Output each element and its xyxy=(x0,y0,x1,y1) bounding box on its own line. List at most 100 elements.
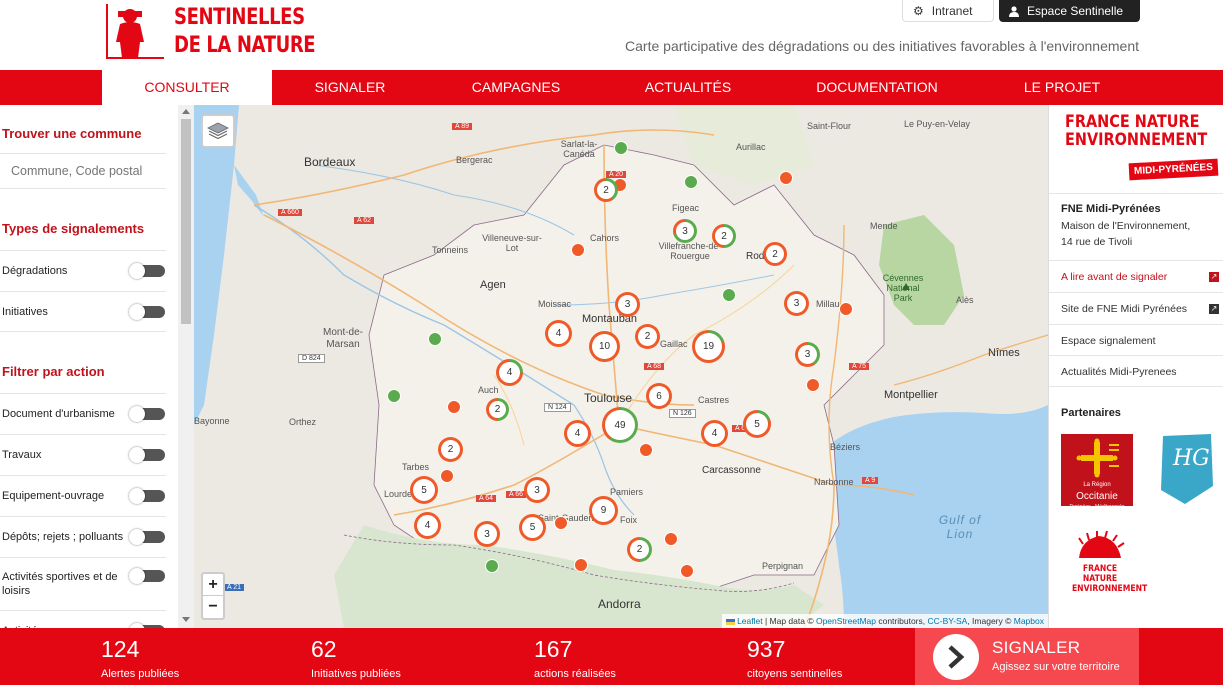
scroll-down-icon[interactable] xyxy=(182,617,190,622)
urbanisme-toggle[interactable] xyxy=(129,406,165,422)
mapbox-link[interactable]: Mapbox xyxy=(1014,616,1044,626)
travaux-toggle[interactable] xyxy=(129,447,165,463)
cc-link[interactable]: CC-BY-SA xyxy=(927,616,967,626)
cluster-marker[interactable]: 9 xyxy=(589,496,618,525)
initiative-marker[interactable] xyxy=(722,288,736,302)
cluster-marker[interactable]: 3 xyxy=(524,477,550,503)
link-actualites[interactable]: Actualités Midi-Pyrenees xyxy=(1049,355,1223,387)
espace-sentinelle-button[interactable]: Espace Sentinelle xyxy=(999,0,1140,22)
nav-campagnes[interactable]: CAMPAGNES xyxy=(448,70,584,105)
occitanie-line-1: La Région xyxy=(1083,482,1111,488)
layers-button[interactable] xyxy=(201,114,235,148)
alert-marker[interactable] xyxy=(664,532,678,546)
cluster-marker[interactable]: 4 xyxy=(545,320,572,347)
alert-marker[interactable] xyxy=(639,443,653,457)
cluster-marker[interactable]: 6 xyxy=(646,383,672,409)
cluster-marker[interactable]: 2 xyxy=(438,437,463,462)
alert-marker[interactable] xyxy=(571,243,585,257)
equipement-toggle[interactable] xyxy=(129,488,165,504)
alert-marker[interactable] xyxy=(806,378,820,392)
cluster-marker[interactable]: 49 xyxy=(602,407,638,443)
map-view[interactable]: A 89 A 20 A 62 A 660 A 75 N 124 A 64 A 6… xyxy=(194,105,1048,628)
site-logo[interactable]: SENTINELLES DE LA NATURE xyxy=(104,2,316,62)
alert-marker[interactable] xyxy=(680,564,694,578)
nav-documentation[interactable]: DOCUMENTATION xyxy=(800,70,954,105)
sidebar-scrollbar[interactable] xyxy=(178,105,194,628)
cluster-marker[interactable]: 4 xyxy=(414,512,441,539)
cluster-marker[interactable]: 2 xyxy=(712,224,736,248)
cluster-marker[interactable]: 5 xyxy=(743,410,771,438)
cluster-marker[interactable]: 3 xyxy=(673,219,697,243)
cluster-marker[interactable]: 2 xyxy=(486,398,509,421)
place-label: Millau xyxy=(816,299,840,309)
cluster-marker[interactable]: 4 xyxy=(496,359,523,386)
stat-value: 937 xyxy=(747,636,786,662)
map-attribution: Leaflet | Map data © OpenStreetMap contr… xyxy=(721,614,1048,628)
cluster-marker[interactable]: 4 xyxy=(564,420,591,447)
action-label: Activités sportives et de loisirs xyxy=(2,571,118,597)
cluster-marker[interactable]: 4 xyxy=(701,420,728,447)
occitanie-logo[interactable]: La Région Occitanie Pyrénées · Méditerra… xyxy=(1061,434,1133,510)
cluster-marker[interactable]: 19 xyxy=(692,330,725,363)
initiative-marker[interactable] xyxy=(684,175,698,189)
cluster-marker[interactable]: 2 xyxy=(635,324,660,349)
zoom-out-button[interactable]: − xyxy=(203,596,223,618)
stat-actions: 167 actions réalisées xyxy=(534,628,616,681)
cluster-count: 2 xyxy=(638,327,657,346)
alert-marker[interactable] xyxy=(574,558,588,572)
ukraine-flag-icon xyxy=(725,618,735,625)
initiative-marker[interactable] xyxy=(485,559,499,573)
nav-consulter[interactable]: CONSULTER xyxy=(102,70,272,105)
initiative-marker[interactable] xyxy=(387,389,401,403)
road-label: A 21 xyxy=(224,584,245,591)
road-label: A 9 xyxy=(862,477,879,484)
scroll-thumb[interactable] xyxy=(181,119,191,324)
place-label: Mont-de-Marsan xyxy=(322,327,363,350)
haute-garonne-logo[interactable]: HG xyxy=(1159,434,1215,504)
scroll-up-icon[interactable] xyxy=(182,109,190,114)
nav-le-projet[interactable]: LE PROJET xyxy=(994,70,1130,105)
alert-marker[interactable] xyxy=(779,171,793,185)
initiative-marker[interactable] xyxy=(614,141,628,155)
commune-search-input[interactable] xyxy=(0,153,166,189)
depots-toggle[interactable] xyxy=(129,529,165,545)
sport-loisirs-toggle[interactable] xyxy=(129,568,165,584)
alert-marker[interactable] xyxy=(440,469,454,483)
intranet-button[interactable]: ⚙ Intranet xyxy=(902,0,994,22)
initiatives-toggle[interactable] xyxy=(129,304,165,320)
initiative-marker[interactable] xyxy=(428,332,442,346)
cluster-marker[interactable]: 3 xyxy=(474,521,500,547)
road-label: N 126 xyxy=(669,409,696,418)
alert-marker[interactable] xyxy=(447,400,461,414)
fne-midi-pyrenees-logo[interactable]: FRANCE NATURE ENVIRONNEMENT MIDI-PYRÉNÉE… xyxy=(1063,107,1219,189)
cluster-marker[interactable]: 5 xyxy=(519,514,546,541)
link-site-fne[interactable]: Site de FNE Midi Pyrénées ↗ xyxy=(1049,292,1223,324)
cluster-marker[interactable]: 3 xyxy=(615,292,640,317)
degradations-toggle[interactable] xyxy=(129,263,165,279)
cluster-count: 3 xyxy=(787,294,806,313)
cluster-marker[interactable]: 5 xyxy=(410,476,438,504)
nav-signaler[interactable]: SIGNALER xyxy=(282,70,418,105)
stat-value: 62 xyxy=(311,636,337,662)
fne-national-logo[interactable]: FRANCE NATURE ENVIRONNEMENT xyxy=(1067,530,1147,594)
alert-marker[interactable] xyxy=(554,516,568,530)
filter-action-heading: Filtrer par action xyxy=(2,364,105,379)
cluster-marker[interactable]: 2 xyxy=(763,242,787,266)
alert-marker[interactable] xyxy=(839,302,853,316)
leaflet-link[interactable]: Leaflet xyxy=(737,616,763,626)
stat-label: citoyens sentinelles xyxy=(747,668,843,680)
place-label: Montpellier xyxy=(884,389,938,401)
cluster-marker[interactable]: 10 xyxy=(589,331,620,362)
link-espace-signalement[interactable]: Espace signalement xyxy=(1049,324,1223,356)
zoom-in-button[interactable]: + xyxy=(203,574,223,596)
osm-link[interactable]: OpenStreetMap xyxy=(816,616,876,626)
nav-actualites[interactable]: ACTUALITÉS xyxy=(620,70,756,105)
cluster-marker[interactable]: 3 xyxy=(784,291,809,316)
cluster-marker[interactable]: 2 xyxy=(627,537,652,562)
link-lire-avant[interactable]: A lire avant de signaler ↗ xyxy=(1049,260,1223,292)
cluster-marker[interactable]: 3 xyxy=(795,342,820,367)
link-label: A lire avant de signaler xyxy=(1061,271,1168,283)
cluster-marker[interactable]: 2 xyxy=(594,178,618,202)
cluster-count: 19 xyxy=(695,333,722,360)
signaler-cta-button[interactable]: SIGNALER Agissez sur votre territoire xyxy=(915,628,1139,685)
